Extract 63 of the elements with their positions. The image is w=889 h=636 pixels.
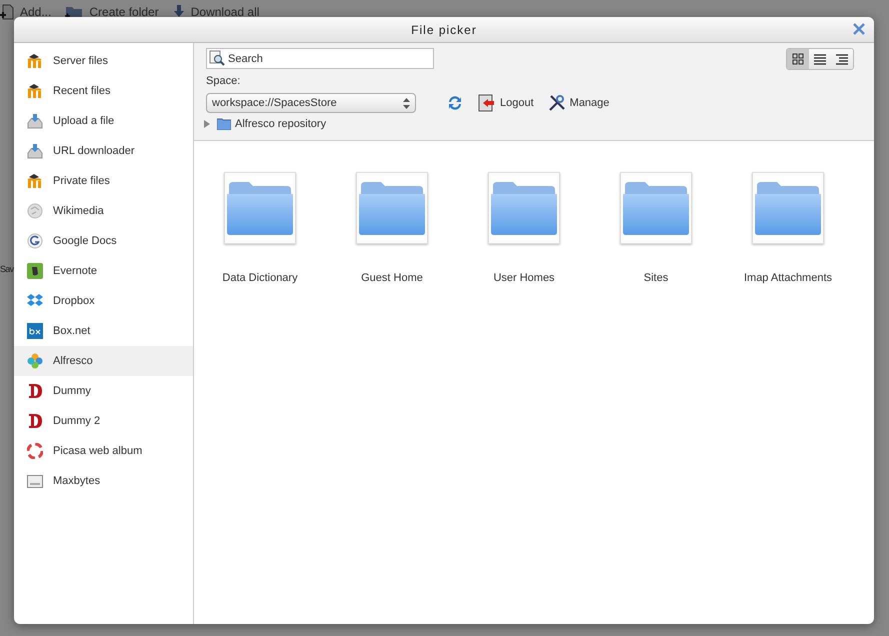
sidebar-item[interactable]: Upload a file xyxy=(14,106,193,136)
sidebar-item[interactable]: Google Docs xyxy=(14,226,193,256)
close-button[interactable] xyxy=(852,22,866,36)
sidebar-item[interactable]: Picasa web album xyxy=(14,436,193,466)
d-letter-icon xyxy=(27,383,43,399)
hat-logo-icon xyxy=(27,83,43,99)
tray-arrow-icon xyxy=(27,113,43,129)
door-arrow-icon xyxy=(478,94,496,112)
folder-name: Guest Home xyxy=(361,272,423,284)
folder-thumbnail[interactable] xyxy=(356,172,428,244)
folder-thumbnail[interactable] xyxy=(224,172,296,244)
sidebar-item[interactable]: Server files xyxy=(14,46,193,76)
box-logo-icon xyxy=(27,323,43,339)
g-logo-icon xyxy=(27,233,43,249)
view-mode-button[interactable] xyxy=(787,49,809,69)
folder-name: User Homes xyxy=(493,272,555,284)
search-field[interactable]: Search xyxy=(206,48,434,69)
space-dropdown[interactable]: workspace://SpacesStore xyxy=(206,93,416,113)
folder-thumbnail[interactable] xyxy=(488,172,560,244)
sidebar-item[interactable]: Dummy 2 xyxy=(14,406,193,436)
save-button[interactable]: Sav xyxy=(0,264,14,275)
screen-icon xyxy=(27,473,43,489)
toolbar-link[interactable]: Download all xyxy=(172,5,260,19)
sidebar-item[interactable]: Evernote xyxy=(14,256,193,286)
space-label: Space: xyxy=(206,75,242,87)
sidebar-item[interactable]: Dropbox xyxy=(14,286,193,316)
sidebar-item[interactable]: Wikimedia xyxy=(14,196,193,226)
tree-node-label[interactable]: Alfresco repository xyxy=(235,118,326,130)
search-icon xyxy=(209,50,225,66)
refresh-icon[interactable] xyxy=(446,94,464,112)
grid-view-icon xyxy=(792,53,804,65)
manage-button[interactable]: Manage xyxy=(548,94,610,112)
folder-name: Sites xyxy=(644,272,668,284)
sidebar-item[interactable]: Alfresco xyxy=(14,346,193,376)
hat-logo-icon xyxy=(27,173,43,189)
sidebar-item[interactable]: Recent files xyxy=(14,76,193,106)
sidebar-item[interactable]: URL downloader xyxy=(14,136,193,166)
view-mode-button[interactable] xyxy=(809,49,831,69)
folder-thumbnail[interactable] xyxy=(752,172,824,244)
download-icon xyxy=(172,5,185,19)
folder-name: Imap Attachments xyxy=(744,272,832,284)
d-letter-icon xyxy=(27,413,43,429)
tray-arrow-icon xyxy=(27,143,43,159)
add-file-icon xyxy=(0,4,14,20)
sidebar-item[interactable]: Maxbytes xyxy=(14,466,193,496)
expand-arrow-icon[interactable] xyxy=(204,120,210,128)
sidebar-item[interactable]: Box.net xyxy=(14,316,193,346)
globe-icon xyxy=(27,203,43,219)
view-mode-button[interactable] xyxy=(831,49,853,69)
flower-logo-icon xyxy=(27,353,43,369)
folder-icon xyxy=(217,118,231,130)
hat-logo-icon xyxy=(27,53,43,69)
tree-view-icon xyxy=(836,53,848,65)
folder-name: Data Dictionary xyxy=(222,272,298,284)
tools-icon xyxy=(548,94,566,112)
dialog-title: File picker xyxy=(411,22,477,36)
sidebar-item[interactable]: Dummy xyxy=(14,376,193,406)
logout-button[interactable]: Logout xyxy=(478,94,534,112)
folder-thumbnail[interactable] xyxy=(620,172,692,244)
toolbar-link[interactable]: Add... xyxy=(0,4,52,20)
spinner-arrows-icon xyxy=(403,98,410,108)
sidebar-item[interactable]: Private files xyxy=(14,166,193,196)
list-view-icon xyxy=(814,53,826,65)
